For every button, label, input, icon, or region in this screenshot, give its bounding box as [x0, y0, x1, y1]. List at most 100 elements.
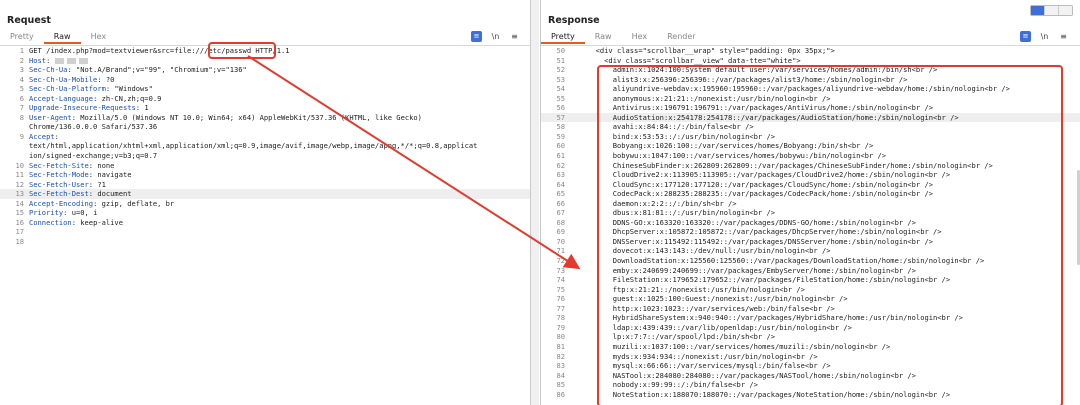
line-text: Bobyang:x:1026:100::/var/services/homes/… — [570, 141, 874, 151]
code-line: 6 Accept-Language: zh-CN,zh;q=0.9 — [0, 94, 530, 104]
line-number: 14 — [15, 198, 24, 208]
code-line: 57 AudioStation:x:254178:254178::/var/pa… — [541, 112, 1080, 123]
code-line: 17 — [0, 227, 530, 237]
line-text: bind:x:53:53::/:/usr/bin/nologin<br /> — [570, 131, 775, 141]
code-line: 51 <div class="scrollbar__view" data-tte… — [541, 56, 1080, 66]
line-text: dovecot:x:143:143::/dev/null:/usr/bin/no… — [570, 246, 831, 256]
line-text: guest:x:1025:100:Guest:/nonexist:/usr/bi… — [570, 294, 848, 304]
line-number: 65 — [556, 189, 565, 199]
code-line: 70 DNSServer:x:115492:115492::/var/packa… — [541, 237, 1080, 247]
line-number: 73 — [556, 265, 565, 275]
code-line: 54 aliyundrive-webdav:x:195960:195960::/… — [541, 84, 1080, 94]
newline-icon[interactable]: \n — [490, 32, 501, 41]
tab-hex[interactable]: Hex — [622, 30, 658, 44]
line-text: ldap:x:439:439::/var/lib/openldap:/usr/b… — [570, 322, 852, 332]
line-number: 17 — [15, 227, 24, 237]
line-text: Sec-Fetch-Mode: navigate — [29, 170, 132, 180]
line-number: 11 — [15, 170, 24, 180]
redacted-block — [54, 57, 64, 64]
tab-render[interactable]: Render — [657, 30, 705, 44]
line-text: avahi:x:84:84::/:/bin/false<br /> — [570, 122, 754, 132]
code-line: 13 Sec-Fetch-Dest: document — [0, 189, 530, 199]
line-number: 56 — [556, 103, 565, 113]
code-line: 77 http:x:1023:1023::/var/services/web:/… — [541, 304, 1080, 314]
response-title: Response — [548, 15, 600, 26]
line-number: 59 — [556, 131, 565, 141]
line-number: 81 — [556, 341, 565, 351]
line-number: 57 — [556, 112, 565, 122]
layout-split-icon[interactable] — [1031, 6, 1045, 15]
line-text: muzili:x:1037:100::/var/services/homes/m… — [570, 341, 891, 351]
code-line: 12 Sec-Fetch-User: ?1 — [0, 180, 530, 190]
code-line: 69 DhcpServer:x:105872:105872::/var/pack… — [541, 227, 1080, 237]
code-line: 79 ldap:x:439:439::/var/lib/openldap:/us… — [541, 323, 1080, 333]
menu-icon[interactable]: ≡ — [1058, 32, 1069, 41]
line-text: Host: — [29, 56, 530, 66]
line-text: ftp:x:21:21::/nonexist:/usr/bin/nologin<… — [570, 284, 805, 294]
line-number: 62 — [556, 160, 565, 170]
code-line: 85 nobody:x:99:99::/:/bin/false<br /> — [541, 380, 1080, 390]
response-pane: Response Pretty Raw Hex Render ≡ \n ≡ 50… — [540, 0, 1080, 405]
line-text: DhcpServer:x:105872:105872::/var/package… — [570, 227, 942, 237]
code-line: 50 <div class="scrollbar__wrap" style="p… — [541, 46, 1080, 56]
line-number: 53 — [556, 74, 565, 84]
line-number: 7 — [19, 103, 24, 113]
layout-vertical-icon[interactable] — [1059, 6, 1072, 15]
line-text: alist3:x:256396:256396::/var/packages/al… — [570, 74, 908, 84]
newline-icon[interactable]: \n — [1039, 32, 1050, 41]
code-line: 9 Accept: — [0, 132, 530, 142]
tab-hex[interactable]: Hex — [81, 30, 117, 44]
line-number: 9 — [19, 131, 24, 141]
line-number: 1 — [19, 46, 24, 55]
code-line: 72 DownloadStation:x:125560:125560::/var… — [541, 256, 1080, 266]
line-number: 79 — [556, 322, 565, 332]
line-text: ChineseSubFinder:x:262809:262809::/var/p… — [570, 160, 993, 170]
code-line: 16 Connection: keep-alive — [0, 218, 530, 228]
line-number: 71 — [556, 246, 565, 256]
tab-raw[interactable]: Raw — [43, 30, 81, 44]
line-number: 50 — [556, 46, 565, 55]
line-number: 4 — [19, 74, 24, 84]
code-line: 61 bobywu:x:1047:100::/var/services/home… — [541, 151, 1080, 161]
line-number: 72 — [556, 256, 565, 266]
layout-switcher-icon[interactable] — [1030, 5, 1073, 16]
line-number: 15 — [15, 208, 24, 218]
tab-pretty[interactable]: Pretty — [0, 30, 44, 44]
line-number: 60 — [556, 141, 565, 151]
line-text — [29, 227, 530, 237]
line-text: Accept-Language: zh-CN,zh;q=0.9 — [29, 93, 162, 103]
code-line: 62 ChineseSubFinder:x:262809:262809::/va… — [541, 161, 1080, 171]
code-line: 1 GET /index.php?mod=textviewer&src=file:… — [0, 46, 530, 56]
line-text: Sec-Ch-Ua-Mobile: ?0 — [29, 74, 115, 84]
line-number: 58 — [556, 122, 565, 132]
pretty-print-icon[interactable]: ≡ — [1020, 31, 1031, 42]
line-text: User-Agent: Mozilla/5.0 (Windows NT 10.0… — [29, 112, 422, 122]
line-number: 83 — [556, 361, 565, 371]
request-editor[interactable]: 1 GET /index.php?mod=textviewer&src=file:… — [0, 46, 530, 405]
tab-raw[interactable]: Raw — [585, 30, 622, 44]
line-number: 78 — [556, 313, 565, 323]
code-line: 81 muzili:x:1037:100::/var/services/home… — [541, 342, 1080, 352]
line-number: 12 — [15, 179, 24, 189]
code-line: 10 Sec-Fetch-Site: none — [0, 161, 530, 171]
line-number: 8 — [19, 112, 24, 122]
code-line: 84 NASTool:x:284080:284080::/var/package… — [541, 371, 1080, 381]
response-tabs: Pretty Raw Hex Render — [541, 30, 706, 44]
tab-pretty[interactable]: Pretty — [541, 30, 585, 44]
line-text: NASTool:x:284080:284080::/var/packages/N… — [570, 370, 916, 380]
code-line: Chrome/136.0.0.0 Safari/537.36 — [0, 122, 530, 132]
request-toolbar: ≡ \n ≡ — [471, 31, 520, 42]
layout-horizontal-icon[interactable] — [1045, 6, 1059, 15]
code-line: 74 FileStation:x:179652:179652::/var/pac… — [541, 275, 1080, 285]
line-text: Antivirus:x:196791:196791::/var/packages… — [570, 103, 934, 113]
line-number: 76 — [556, 294, 565, 304]
response-viewer[interactable]: 50 <div class="scrollbar__wrap" style="p… — [541, 46, 1080, 405]
line-text: Accept-Encoding: gzip, deflate, br — [29, 198, 175, 208]
pretty-print-icon[interactable]: ≡ — [471, 31, 482, 42]
code-line: 83 mysql:x:66:66::/var/services/mysql:/b… — [541, 361, 1080, 371]
line-number: 67 — [556, 208, 565, 218]
line-number — [0, 151, 29, 161]
code-line: 76 guest:x:1025:100:Guest:/nonexist:/usr… — [541, 294, 1080, 304]
line-text: myds:x:934:934::/nonexist:/usr/bin/nolog… — [570, 351, 818, 361]
menu-icon[interactable]: ≡ — [509, 32, 520, 41]
